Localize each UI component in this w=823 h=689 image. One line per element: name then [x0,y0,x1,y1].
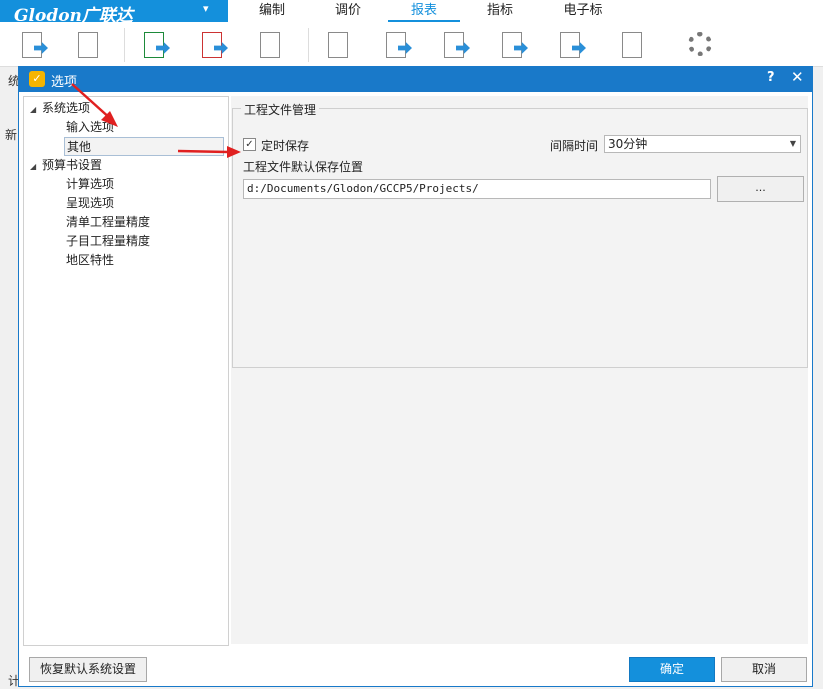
default-path-input[interactable]: d:/Documents/Glodon/GCCP5/Projects/ [243,179,711,199]
tree-node-other[interactable]: 其他 [64,137,224,156]
tree-node-label: 预算书设置 [42,158,103,172]
expanded-triangle-icon[interactable]: ◢ [30,100,42,119]
convert-icon[interactable] [20,30,50,60]
tree-node-input-options[interactable]: 输入选项 [66,118,114,137]
settings-panel: 工程文件管理 ✓ 定时保存 间隔时间 30分钟 ▼ 工程文件默认保存位置 d:/… [231,96,808,644]
default-path-label: 工程文件默认保存位置 [243,160,364,174]
gear-clock-icon[interactable] [686,30,716,60]
batch-import-icon[interactable] [500,30,530,60]
tree-node-system-options[interactable]: ◢ 系统选项 [30,99,90,118]
chevron-down-icon[interactable]: ▾ [203,2,209,15]
export-excel-icon[interactable] [142,30,172,60]
tree-node-calc-options[interactable]: 计算选项 [66,175,114,194]
tree-node-list-precision[interactable]: 清单工程量精度 [66,213,150,232]
tab-dianzibiao[interactable]: 电子标 [547,0,619,22]
ribbon-divider [308,28,309,62]
tree-node-budget-settings[interactable]: ◢ 预算书设置 [30,156,102,175]
dialog-titlebar[interactable]: ✓ 选项 ? ✕ [19,67,812,92]
ok-button[interactable]: 确定 [629,657,715,682]
options-tree: ◢ 系统选项 输入选项 其他 ◢ 预算书设置 计算选项 呈现选项 清单工程量精度 子… [23,96,229,646]
ribbon-toolbar [0,22,823,67]
interval-label: 间隔时间 [550,139,599,153]
top-menu-bar: Glodon广联达 ▾ 编制 调价 报表 指标 电子标 [0,0,823,26]
more-doc-icon[interactable] [326,30,356,60]
tab-baobiao[interactable]: 报表 [388,0,460,22]
options-dialog: ✓ 选项 ? ✕ ◢ 系统选项 输入选项 其他 ◢ 预算书设置 计算选项 呈现选项 … [18,66,813,687]
interval-select[interactable]: 30分钟 ▼ [604,135,801,153]
tree-node-label: 系统选项 [42,101,91,115]
close-button[interactable]: ✕ [791,68,804,86]
chevron-down-icon[interactable]: ▼ [790,136,796,152]
browse-button[interactable]: ... [717,176,804,202]
tree-node-label: 清单工程量精度 [66,215,151,229]
autosave-label[interactable]: 定时保存 [261,137,309,154]
group-title: 工程文件管理 [241,101,320,118]
background-text-fragment: 新 [5,128,18,142]
tree-node-regional[interactable]: 地区特性 [66,251,114,270]
save-doc-icon[interactable] [384,30,414,60]
expanded-triangle-icon[interactable]: ◢ [30,157,42,176]
project-file-group: 工程文件管理 ✓ 定时保存 间隔时间 30分钟 ▼ 工程文件默认保存位置 d:/… [232,101,808,368]
tree-node-label: 其他 [67,140,92,154]
tab-zhibiao[interactable]: 指标 [464,0,536,22]
import-icon[interactable] [442,30,472,60]
tree-node-label: 呈现选项 [66,196,115,210]
tree-node-label: 子目工程量精度 [66,234,151,248]
settings-doc-icon[interactable] [76,30,106,60]
options-app-icon: ✓ [29,71,45,87]
export-doc-icon[interactable] [558,30,588,60]
cancel-button[interactable]: 取消 [721,657,807,682]
tab-tiaojia[interactable]: 调价 [312,0,384,22]
tree-node-label: 计算选项 [66,177,115,191]
restore-defaults-button[interactable]: 恢复默认系统设置 [29,657,147,682]
save-template-icon[interactable] [620,30,650,60]
tree-node-item-precision[interactable]: 子目工程量精度 [66,232,150,251]
ribbon-divider [124,28,125,62]
app-logo-area[interactable]: Glodon广联达 ▾ [0,0,228,26]
tab-bianzhi[interactable]: 编制 [236,0,308,22]
dialog-title: 选项 [51,75,78,90]
interval-value: 30分钟 [608,137,648,151]
tree-node-label: 地区特性 [66,253,115,267]
help-button[interactable]: ? [767,70,775,85]
print-icon[interactable] [258,30,288,60]
export-pdf-icon[interactable] [200,30,230,60]
tree-node-label: 输入选项 [66,120,115,134]
autosave-checkbox[interactable]: ✓ [243,138,256,151]
tree-node-display-options[interactable]: 呈现选项 [66,194,114,213]
